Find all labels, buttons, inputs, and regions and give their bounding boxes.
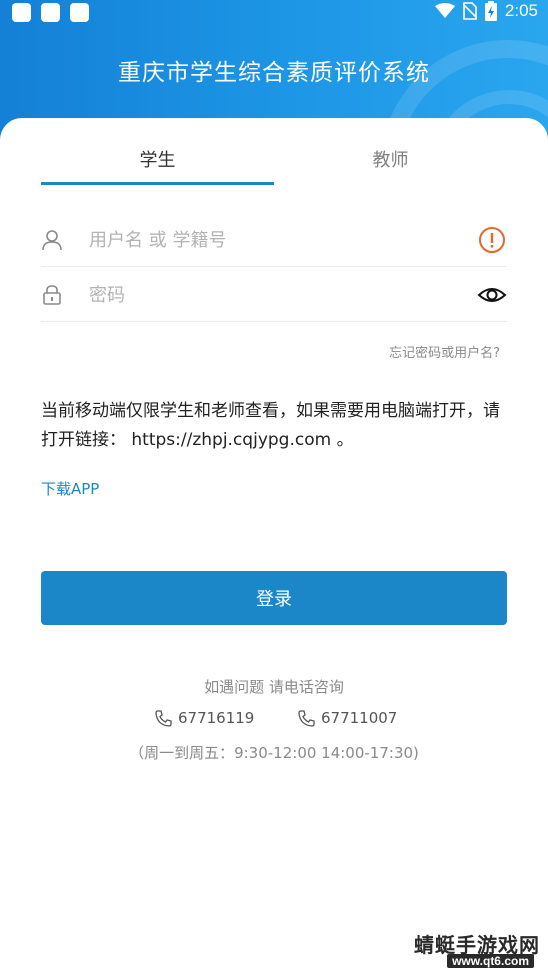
download-app-link[interactable]: 下载APP	[41, 478, 99, 499]
phone-number: 67711007	[321, 709, 398, 727]
login-button[interactable]: 登录	[41, 571, 507, 625]
active-tab-indicator	[41, 182, 274, 185]
notification-icon	[70, 3, 89, 22]
notice-text: 当前移动端仅限学生和老师查看，如果需要用电脑端打开，请打开链接： https:/…	[41, 401, 500, 450]
app-title: 重庆市学生综合素质评价系统	[118, 60, 430, 86]
field-divider	[41, 321, 507, 322]
notification-icon	[41, 3, 60, 22]
phone-contact-2[interactable]: 67711007	[298, 709, 397, 727]
status-bar: 2:05	[0, 0, 548, 26]
phone-contact-1[interactable]: 67716119	[155, 709, 254, 727]
lock-icon	[43, 285, 61, 305]
phone-number: 67716119	[178, 709, 255, 727]
service-hours: （周一到周五：9:30-12:00 14:00-17:30)	[129, 744, 419, 762]
tab-teacher[interactable]: 教师	[274, 146, 507, 172]
status-time: 2:05	[504, 1, 538, 20]
username-input[interactable]	[89, 223, 449, 257]
notification-icon	[12, 3, 31, 22]
watermark: 蜻蜓手游戏网 www.qt6.com	[400, 929, 540, 973]
wifi-icon	[434, 3, 455, 18]
phone-icon	[298, 709, 315, 727]
phone-icon	[155, 709, 172, 727]
help-title: 如遇问题 请电话咨询	[204, 678, 344, 696]
user-icon	[42, 230, 62, 251]
username-row	[41, 213, 507, 267]
warning-icon	[479, 227, 505, 253]
no-sim-icon	[462, 2, 477, 20]
password-input[interactable]	[89, 278, 449, 312]
forgot-password-link[interactable]: 忘记密码或用户名?	[389, 342, 500, 361]
battery-charging-icon	[484, 1, 497, 21]
tab-student[interactable]: 学生	[41, 146, 274, 172]
password-row	[41, 268, 507, 322]
field-divider	[41, 266, 507, 267]
show-password-eye-icon[interactable]	[477, 280, 507, 310]
watermark-url: www.qt6.com	[447, 954, 534, 968]
